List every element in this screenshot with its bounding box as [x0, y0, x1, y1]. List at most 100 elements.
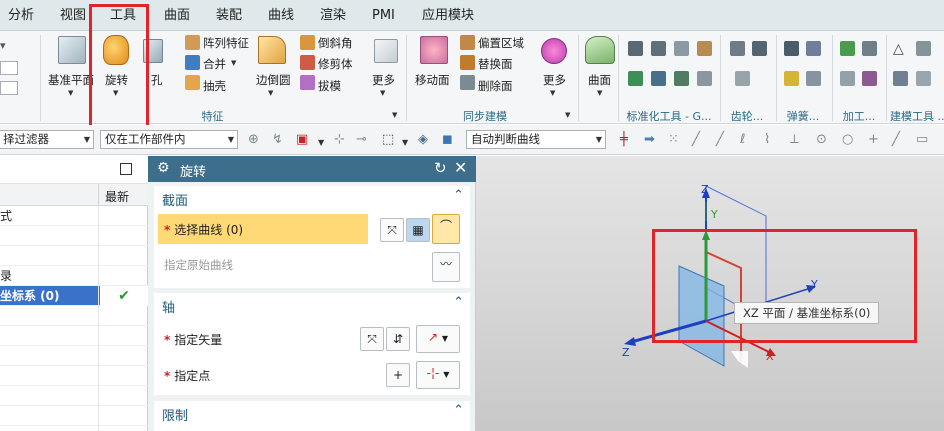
- point-inference-dropdown[interactable]: -¦- ▼: [416, 361, 460, 389]
- snap-grid-icon[interactable]: ⁙: [668, 132, 679, 148]
- snap-slash-icon[interactable]: ╱: [892, 132, 900, 148]
- machining-tool-4-icon[interactable]: [862, 71, 877, 86]
- draft-icon[interactable]: [300, 75, 315, 90]
- snap-perp-icon[interactable]: ⟂: [790, 132, 799, 148]
- surface-label[interactable]: 曲面: [588, 72, 611, 88]
- more-sync-icon[interactable]: [541, 38, 567, 64]
- edge-blend-label[interactable]: 边倒圆: [256, 72, 291, 88]
- offset-region-icon[interactable]: [460, 35, 475, 50]
- delete-face-icon[interactable]: [460, 75, 475, 90]
- select-curve-row[interactable]: * 选择曲线 (0): [158, 214, 368, 244]
- deselect-icon[interactable]: ⤧: [360, 327, 384, 351]
- deselect-icon[interactable]: ⤧: [380, 218, 404, 242]
- draft-label[interactable]: 拔模: [318, 78, 341, 94]
- std-tool-7-icon[interactable]: [674, 71, 689, 86]
- gear-tool-2-icon[interactable]: [752, 41, 767, 56]
- chevron-down-icon[interactable]: ▼: [380, 89, 385, 97]
- cube-icon[interactable]: ◈: [418, 132, 428, 148]
- spring-tool-1-icon[interactable]: [784, 41, 799, 56]
- selection-scope-combo[interactable]: 仅在工作部件内 ▼: [100, 130, 238, 149]
- tree-row[interactable]: [0, 406, 148, 426]
- reset-icon[interactable]: ↻: [434, 159, 447, 177]
- tree-row[interactable]: [0, 366, 148, 386]
- chevron-down-icon[interactable]: ▼: [84, 131, 90, 148]
- offset-region-label[interactable]: 偏置区域: [478, 35, 524, 51]
- tree-row[interactable]: [0, 246, 148, 266]
- selection-filter-combo[interactable]: 择过滤器 ▼: [0, 130, 94, 149]
- curve-rule-combo[interactable]: 自动判断曲线 ▼: [466, 130, 606, 149]
- unite-label[interactable]: 合并: [203, 56, 226, 72]
- graphics-window[interactable]: Z Y Y X Z XZ 平面 / 基准坐标系(0): [476, 156, 944, 431]
- std-tool-3-icon[interactable]: [674, 41, 689, 56]
- chevron-down-icon[interactable]: ▼: [228, 131, 234, 148]
- snap-5-icon[interactable]: ⊸: [356, 132, 367, 148]
- snap-direction-icon[interactable]: ➡: [644, 132, 655, 148]
- std-tool-1-icon[interactable]: [628, 41, 643, 56]
- snap-circle-icon[interactable]: ○: [842, 132, 853, 148]
- chevron-down-icon[interactable]: ▼: [597, 89, 602, 97]
- snap-3-icon[interactable]: ▣: [296, 132, 308, 148]
- chamfer-icon[interactable]: [300, 35, 315, 50]
- build-tool-4-icon[interactable]: [916, 71, 931, 86]
- std-tool-4-icon[interactable]: [697, 41, 712, 56]
- menu-pmi[interactable]: PMI: [372, 0, 395, 31]
- build-tool-3-icon[interactable]: [893, 71, 908, 86]
- gear-tool-1-icon[interactable]: [730, 41, 745, 56]
- menu-assembly[interactable]: 装配: [216, 0, 242, 31]
- move-face-icon[interactable]: [420, 36, 448, 64]
- replace-face-label[interactable]: 替换面: [478, 56, 513, 72]
- std-tool-8-icon[interactable]: [697, 71, 712, 86]
- clipped-field-1[interactable]: [0, 61, 18, 75]
- gear-tool-3-icon[interactable]: [735, 71, 750, 86]
- tree-row-selected[interactable]: 坐标系 (0) ✔: [0, 286, 148, 306]
- chevron-down-icon[interactable]: ▼: [231, 59, 236, 67]
- spring-tool-4-icon[interactable]: [806, 71, 821, 86]
- maximize-icon[interactable]: [120, 163, 132, 175]
- reverse-direction-icon[interactable]: ⇵: [386, 327, 410, 351]
- chevron-down-icon[interactable]: ▼: [596, 131, 602, 148]
- snap-endpoint-icon[interactable]: ╪: [620, 132, 628, 148]
- group-expand-icon[interactable]: ▼: [565, 111, 570, 119]
- curve-icon[interactable]: ⌒: [432, 214, 460, 244]
- close-icon[interactable]: ✕: [454, 158, 467, 177]
- snap-arc-icon[interactable]: ℓ: [740, 132, 745, 148]
- chevron-down-icon[interactable]: ▼: [268, 89, 273, 97]
- clipped-field-2[interactable]: [0, 81, 18, 95]
- pattern-feature-icon[interactable]: [185, 35, 200, 50]
- clipped-control[interactable]: ▾: [0, 39, 6, 52]
- triangle-icon[interactable]: △: [893, 41, 904, 57]
- more-icon[interactable]: [374, 39, 398, 63]
- select-box-icon[interactable]: ⬚: [382, 132, 394, 148]
- collapse-icon[interactable]: ⌃: [453, 188, 464, 203]
- shell-icon[interactable]: [185, 75, 200, 90]
- chevron-down-icon[interactable]: ▼: [318, 135, 324, 151]
- section-header[interactable]: 限制 ⌃: [154, 401, 470, 425]
- menu-render[interactable]: 渲染: [320, 0, 346, 31]
- chevron-down-icon[interactable]: ▼: [68, 89, 73, 97]
- sketch-section-icon[interactable]: ▦: [406, 218, 430, 242]
- snap-cross-icon[interactable]: +: [868, 132, 879, 148]
- unite-icon[interactable]: [185, 55, 200, 70]
- trim-body-label[interactable]: 修剪体: [318, 56, 353, 72]
- hole-label[interactable]: 孔: [151, 72, 163, 88]
- chevron-down-icon[interactable]: ▼: [550, 89, 555, 97]
- snap-1-icon[interactable]: ⊕: [248, 132, 259, 148]
- point-dialog-icon[interactable]: +: [386, 363, 410, 387]
- chevron-down-icon[interactable]: ▼: [402, 135, 408, 151]
- machining-tool-1-icon[interactable]: [840, 41, 855, 56]
- tree-row[interactable]: [0, 306, 148, 326]
- datum-plane-label[interactable]: 基准平面: [48, 72, 94, 88]
- shell-label[interactable]: 抽壳: [203, 78, 226, 94]
- menu-view[interactable]: 视图: [60, 0, 86, 31]
- latest-column-header[interactable]: 最新: [105, 188, 129, 205]
- snap-more-icon[interactable]: ▭: [916, 132, 928, 148]
- machining-tool-2-icon[interactable]: [862, 41, 877, 56]
- build-tool-2-icon[interactable]: [916, 41, 931, 56]
- menu-curve[interactable]: 曲线: [268, 0, 294, 31]
- std-tool-2-icon[interactable]: [651, 41, 666, 56]
- surface-icon[interactable]: [585, 36, 615, 64]
- tree-row[interactable]: [0, 326, 148, 346]
- tree-row[interactable]: [0, 346, 148, 366]
- snap-zigzag-icon[interactable]: ⌇: [764, 132, 770, 148]
- menu-surface[interactable]: 曲面: [164, 0, 190, 31]
